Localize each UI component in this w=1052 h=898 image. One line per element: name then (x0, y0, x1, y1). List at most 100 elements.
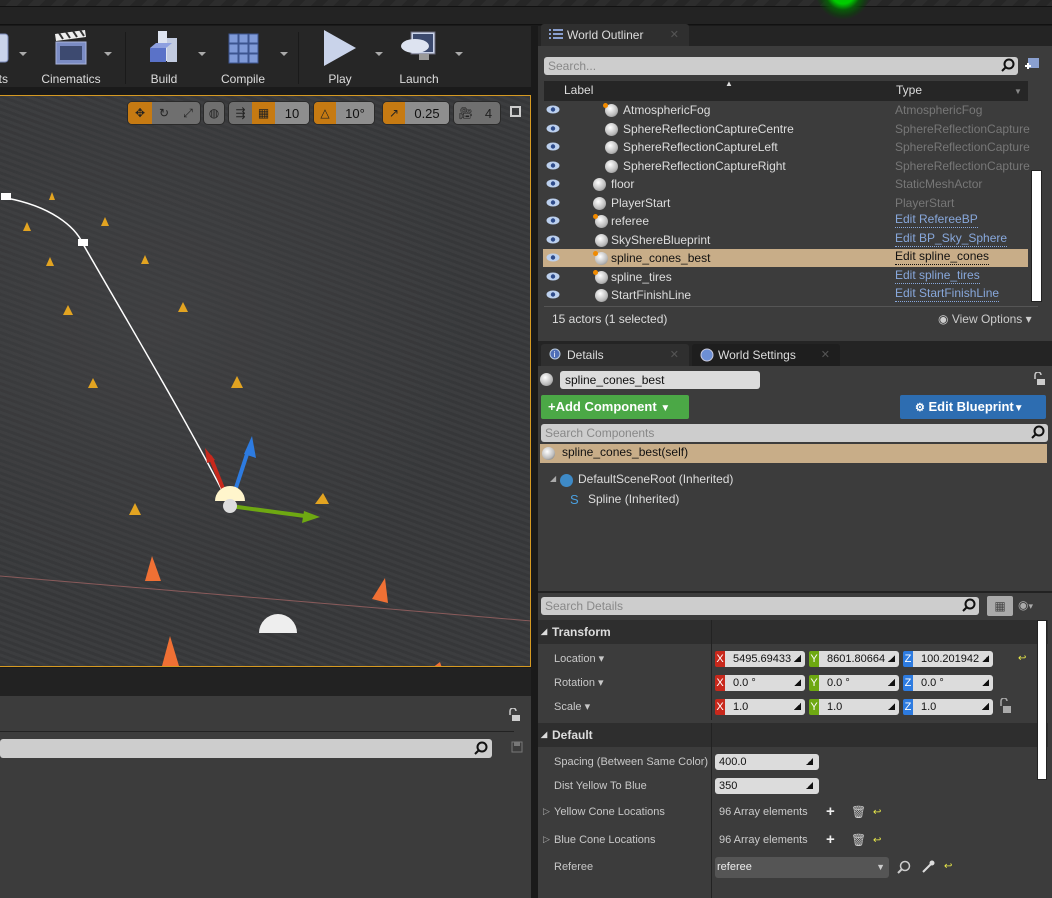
view-options-button[interactable]: ◉ View Options ▾ (938, 312, 1032, 326)
outliner-row[interactable]: SphereReflectionCaptureRight SphereReflec… (543, 157, 1030, 175)
launch-button[interactable]: Launch (396, 26, 442, 88)
content-button[interactable]: nts (0, 26, 20, 88)
transform-gizmo[interactable] (205, 436, 320, 523)
spacing-field[interactable]: 400.0 (715, 754, 819, 770)
column-header-type[interactable]: Type (896, 83, 922, 97)
outliner-scrollbar[interactable] (1031, 170, 1042, 302)
scale-label[interactable]: Scale ▾ (554, 700, 590, 713)
outliner-row[interactable]: PlayerStart PlayerStart (543, 194, 1028, 212)
location-y-field[interactable]: Y 8601.80664 (809, 651, 899, 667)
eyedropper-icon[interactable] (921, 860, 935, 874)
column-options-icon[interactable]: ▼ (1014, 87, 1022, 96)
cinematics-dropdown-arrow[interactable] (104, 52, 112, 56)
component-tree-item[interactable]: ◢ DefaultSceneRoot (Inherited) (550, 472, 850, 490)
outliner-row[interactable]: SphereReflectionCaptureCentre SphereRefle… (543, 120, 1030, 138)
tab-details[interactable]: i Details ✕ (541, 344, 689, 366)
outliner-search-input[interactable]: Search... (544, 57, 1018, 75)
outliner-row[interactable]: spline_tires Edit spline_tires (543, 268, 1028, 286)
referee-dropdown[interactable]: referee ▼ (715, 857, 889, 878)
reset-to-default-icon[interactable]: ↩ (873, 835, 881, 846)
build-button[interactable]: Build (144, 26, 184, 88)
browse-search-icon[interactable] (897, 860, 911, 874)
visibility-eye-icon[interactable] (546, 272, 560, 281)
play-button[interactable]: Play (318, 26, 362, 88)
scale-y-field[interactable]: Y 1.0 (809, 699, 899, 715)
details-view-options-button[interactable]: ◉▾ (1018, 598, 1033, 612)
visibility-eye-icon[interactable] (546, 161, 560, 170)
property-matrix-button[interactable]: ▦ (987, 596, 1013, 616)
rotation-snap-value[interactable]: 10° (336, 102, 374, 124)
details-scrollbar[interactable] (1037, 620, 1047, 780)
transform-section-header[interactable]: ◢ Transform (538, 620, 1048, 644)
visibility-eye-icon[interactable] (546, 216, 560, 225)
reset-to-default-icon[interactable]: ↩ (873, 807, 881, 818)
visibility-eye-icon[interactable] (546, 235, 560, 244)
content-search-input[interactable] (0, 739, 492, 758)
visibility-eye-icon[interactable] (546, 198, 560, 207)
edit-blueprint-link[interactable]: Edit spline_tires (895, 268, 980, 284)
save-icon[interactable] (511, 741, 523, 753)
add-component-button[interactable]: +Add Component ▼ (541, 395, 689, 419)
tab-world-outliner[interactable]: World Outliner ✕ (541, 24, 689, 46)
scale-x-field[interactable]: X 1.0 (715, 699, 805, 715)
outliner-row[interactable]: referee Edit RefereeBP (543, 212, 1028, 230)
scale-mode-button[interactable]: ⤢ (176, 102, 200, 124)
rotation-z-field[interactable]: Z 0.0 ° (903, 675, 993, 691)
add-element-icon[interactable]: + (826, 803, 835, 820)
scale-snap-toggle[interactable]: ↗ (383, 102, 405, 124)
grid-snap-toggle[interactable]: ▦ (252, 102, 275, 124)
rotation-label[interactable]: Rotation ▾ (554, 676, 604, 689)
tab-world-settings[interactable]: World Settings ✕ (692, 344, 840, 366)
expand-arrow-icon[interactable]: ▷ (543, 834, 550, 845)
camera-speed-value[interactable]: 4 (477, 102, 500, 124)
component-self-row[interactable]: spline_cones_best(self) (540, 444, 1047, 463)
close-tab-icon[interactable]: ✕ (821, 348, 830, 361)
rotate-mode-button[interactable]: ↻ (152, 102, 176, 124)
outliner-row[interactable]: spline_cones_best Edit spline_cones (543, 249, 1028, 267)
edit-blueprint-button[interactable]: ⚙ Edit Blueprint▼ (900, 395, 1046, 419)
sphere-actor[interactable] (259, 614, 297, 633)
add-element-icon[interactable]: + (826, 831, 835, 848)
compile-button[interactable]: Compile (218, 26, 268, 88)
location-label[interactable]: Location ▾ (554, 652, 604, 665)
launch-dropdown-arrow[interactable] (455, 52, 463, 56)
visibility-eye-icon[interactable] (546, 142, 560, 151)
translate-mode-button[interactable]: ✥ (128, 102, 152, 124)
visibility-eye-icon[interactable] (546, 124, 560, 133)
close-tab-icon[interactable]: ✕ (670, 348, 679, 361)
column-header-label[interactable]: Label (564, 83, 593, 97)
level-viewport[interactable]: ✥ ↻ ⤢ ◍ ⇶ ▦ 10 △ 10° ↗ 0.25 🎥︎ 4 (0, 95, 531, 667)
rotation-snap-toggle[interactable]: △ (314, 102, 336, 124)
play-dropdown-arrow[interactable] (375, 52, 383, 56)
rotation-x-field[interactable]: X 0.0 ° (715, 675, 805, 691)
location-x-field[interactable]: X 5495.69433 (715, 651, 805, 667)
location-z-field[interactable]: Z 100.201942 (903, 651, 993, 667)
default-section-header[interactable]: ◢ Default (538, 723, 1048, 747)
visibility-eye-icon[interactable] (546, 105, 560, 114)
outliner-row[interactable]: SphereReflectionCaptureLeft SphereReflect… (543, 138, 1030, 156)
new-folder-icon[interactable] (1024, 56, 1040, 72)
outliner-row[interactable]: floor StaticMeshActor (543, 175, 1028, 193)
trash-icon[interactable]: 🗑︎ (851, 805, 866, 819)
reset-to-default-icon[interactable]: ↩ (1018, 653, 1026, 664)
actor-name-field[interactable]: spline_cones_best (560, 371, 760, 389)
outliner-row[interactable]: StartFinishLine Edit StartFinishLine (543, 286, 1028, 304)
build-dropdown-arrow[interactable] (198, 52, 206, 56)
scale-snap-value[interactable]: 0.25 (405, 102, 449, 124)
expand-arrow-icon[interactable]: ▷ (543, 806, 550, 817)
edit-blueprint-link[interactable]: Edit BP_Sky_Sphere (895, 231, 1008, 247)
outliner-row[interactable]: SkyShereBlueprint Edit BP_Sky_Sphere (543, 231, 1028, 249)
close-tab-icon[interactable]: ✕ (670, 28, 679, 41)
cinematics-button[interactable]: Cinematics (40, 26, 102, 88)
visibility-eye-icon[interactable] (546, 290, 560, 299)
surface-snap-button[interactable]: ⇶ (229, 102, 252, 124)
dist-yellow-to-blue-field[interactable]: 350 (715, 778, 819, 794)
component-tree-item[interactable]: S Spline (Inherited) (570, 492, 870, 510)
edit-blueprint-link[interactable]: Edit spline_cones (895, 249, 990, 265)
splitter[interactable] (531, 26, 538, 898)
camera-speed-button[interactable]: 🎥︎ (454, 102, 477, 124)
rotation-y-field[interactable]: Y 0.0 ° (809, 675, 899, 691)
search-details-input[interactable]: Search Details (541, 597, 979, 615)
edit-blueprint-link[interactable]: Edit StartFinishLine (895, 286, 1000, 302)
expand-arrow-icon[interactable]: ◢ (550, 474, 556, 483)
